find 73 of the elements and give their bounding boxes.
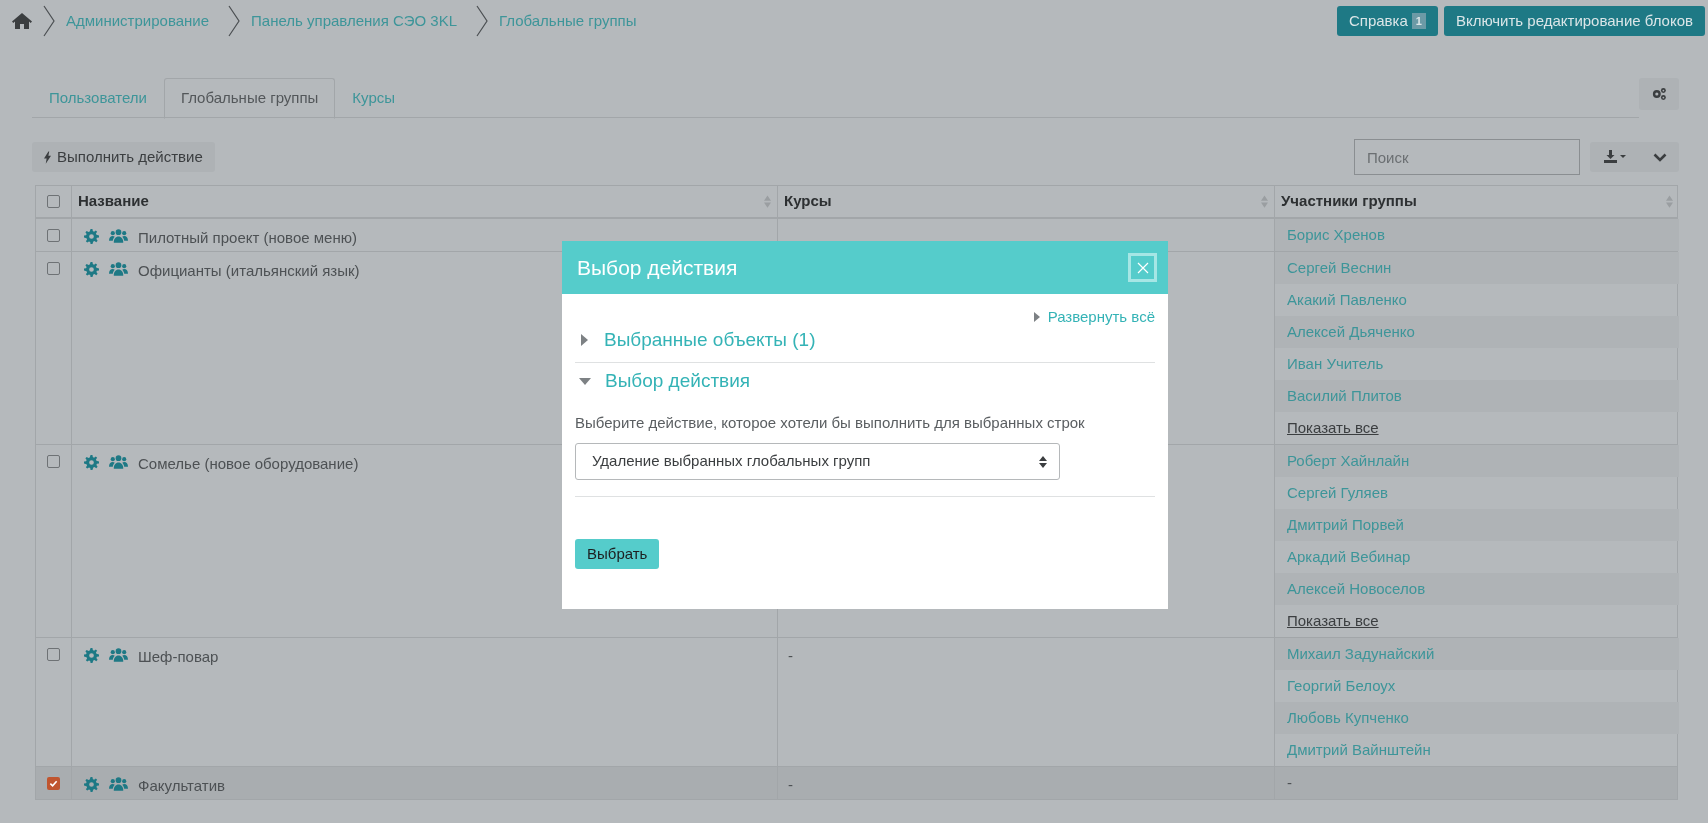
table-cell-text: - bbox=[788, 646, 794, 666]
sort-icon[interactable] bbox=[1666, 195, 1673, 208]
breadcrumb-link[interactable]: Панель управления СЭО 3KL bbox=[251, 9, 457, 33]
lightning-icon bbox=[44, 150, 51, 164]
member-link[interactable]: Дмитрий Вайнштейн bbox=[1287, 738, 1431, 762]
breadcrumb-link[interactable]: Администрирование bbox=[66, 9, 210, 33]
member-link[interactable]: Сергей Гуляев bbox=[1287, 481, 1389, 505]
group-name: Пилотный проект (новое меню) bbox=[138, 228, 357, 248]
gear-icon[interactable] bbox=[84, 261, 99, 277]
gear-icon[interactable] bbox=[84, 454, 99, 470]
users-icon bbox=[109, 776, 128, 792]
select-caret-icon bbox=[1039, 455, 1047, 468]
table-cell-text: - bbox=[788, 775, 794, 795]
show-all-link[interactable]: Показать все bbox=[1287, 609, 1379, 633]
caret-right-icon bbox=[581, 334, 588, 346]
download-icon bbox=[1604, 150, 1626, 164]
checkbox[interactable] bbox=[47, 195, 60, 208]
caret-down-icon bbox=[579, 377, 591, 385]
checkbox[interactable] bbox=[47, 455, 60, 468]
download-button[interactable] bbox=[1590, 142, 1640, 172]
sort-icon[interactable] bbox=[764, 195, 771, 208]
users-icon bbox=[109, 454, 128, 470]
tab[interactable]: Глобальные группы bbox=[163, 78, 336, 119]
submit-button[interactable]: Выбрать bbox=[575, 539, 660, 569]
settings-button[interactable] bbox=[1639, 78, 1679, 110]
sort-icon[interactable] bbox=[1261, 195, 1268, 208]
chevron-right-icon bbox=[42, 5, 56, 37]
checkbox[interactable] bbox=[47, 262, 60, 275]
member-link[interactable]: Георгий Белоух bbox=[1287, 674, 1396, 698]
table-cell-text: - bbox=[1287, 772, 1292, 793]
gear-icon[interactable] bbox=[84, 228, 99, 244]
search-field[interactable]: Поиск bbox=[1354, 139, 1580, 175]
gear-icon[interactable] bbox=[84, 776, 99, 792]
breadcrumb-link[interactable]: Глобальные группы bbox=[499, 9, 637, 33]
prompt-text: Выберите действие, которое хотели бы выполнить для выбранных строк bbox=[575, 412, 1086, 433]
group-name: Шеф-повар bbox=[138, 647, 219, 667]
tab[interactable]: Пользователи bbox=[32, 78, 164, 118]
users-icon bbox=[109, 228, 128, 244]
dialog-title: Выбор действия bbox=[577, 254, 738, 281]
collapse-button[interactable] bbox=[1640, 142, 1679, 172]
close-icon bbox=[1136, 261, 1149, 274]
checkbox[interactable] bbox=[47, 777, 60, 790]
member-link[interactable]: Сергей Веснин bbox=[1287, 256, 1392, 280]
gears-icon bbox=[1651, 87, 1667, 101]
action-select[interactable]: Удаление выбранных глобальных групп bbox=[575, 443, 1060, 480]
tab[interactable]: Курсы bbox=[335, 78, 413, 118]
column-header[interactable]: Участники группы bbox=[1281, 190, 1417, 213]
header-button[interactable]: Справка 1 bbox=[1336, 6, 1438, 36]
action-button[interactable]: Выполнить действие bbox=[32, 142, 215, 172]
section-toggle[interactable]: Выбор действия bbox=[575, 364, 1155, 398]
users-icon bbox=[109, 261, 128, 277]
checkbox[interactable] bbox=[47, 648, 60, 661]
member-link[interactable]: Иван Учитель bbox=[1287, 352, 1384, 376]
gear-icon[interactable] bbox=[84, 647, 99, 663]
caret-right-icon bbox=[1033, 312, 1040, 323]
show-all-link[interactable]: Показать все bbox=[1287, 416, 1379, 440]
chevron-right-icon bbox=[475, 5, 489, 37]
users-icon bbox=[109, 647, 128, 663]
member-link[interactable]: Аркадий Вебинар bbox=[1287, 545, 1411, 569]
close-button[interactable] bbox=[1128, 253, 1157, 282]
badge-count: 1 bbox=[1411, 13, 1426, 29]
chevron-right-icon bbox=[227, 5, 242, 37]
member-link[interactable]: Акакий Павленко bbox=[1287, 288, 1407, 312]
column-header[interactable]: Название bbox=[78, 190, 149, 213]
group-name: Сомелье (новое оборудование) bbox=[138, 454, 359, 474]
checkbox[interactable] bbox=[47, 229, 60, 242]
group-name: Официанты (итальянский язык) bbox=[138, 261, 360, 281]
member-link[interactable]: Борис Хренов bbox=[1287, 223, 1385, 247]
header-button[interactable]: Включить редактирование блоков bbox=[1443, 6, 1705, 36]
column-header[interactable]: Курсы bbox=[784, 190, 832, 213]
chevron-down-icon bbox=[1652, 152, 1667, 162]
home-icon[interactable] bbox=[12, 12, 32, 30]
group-name: Факультатив bbox=[138, 776, 225, 796]
